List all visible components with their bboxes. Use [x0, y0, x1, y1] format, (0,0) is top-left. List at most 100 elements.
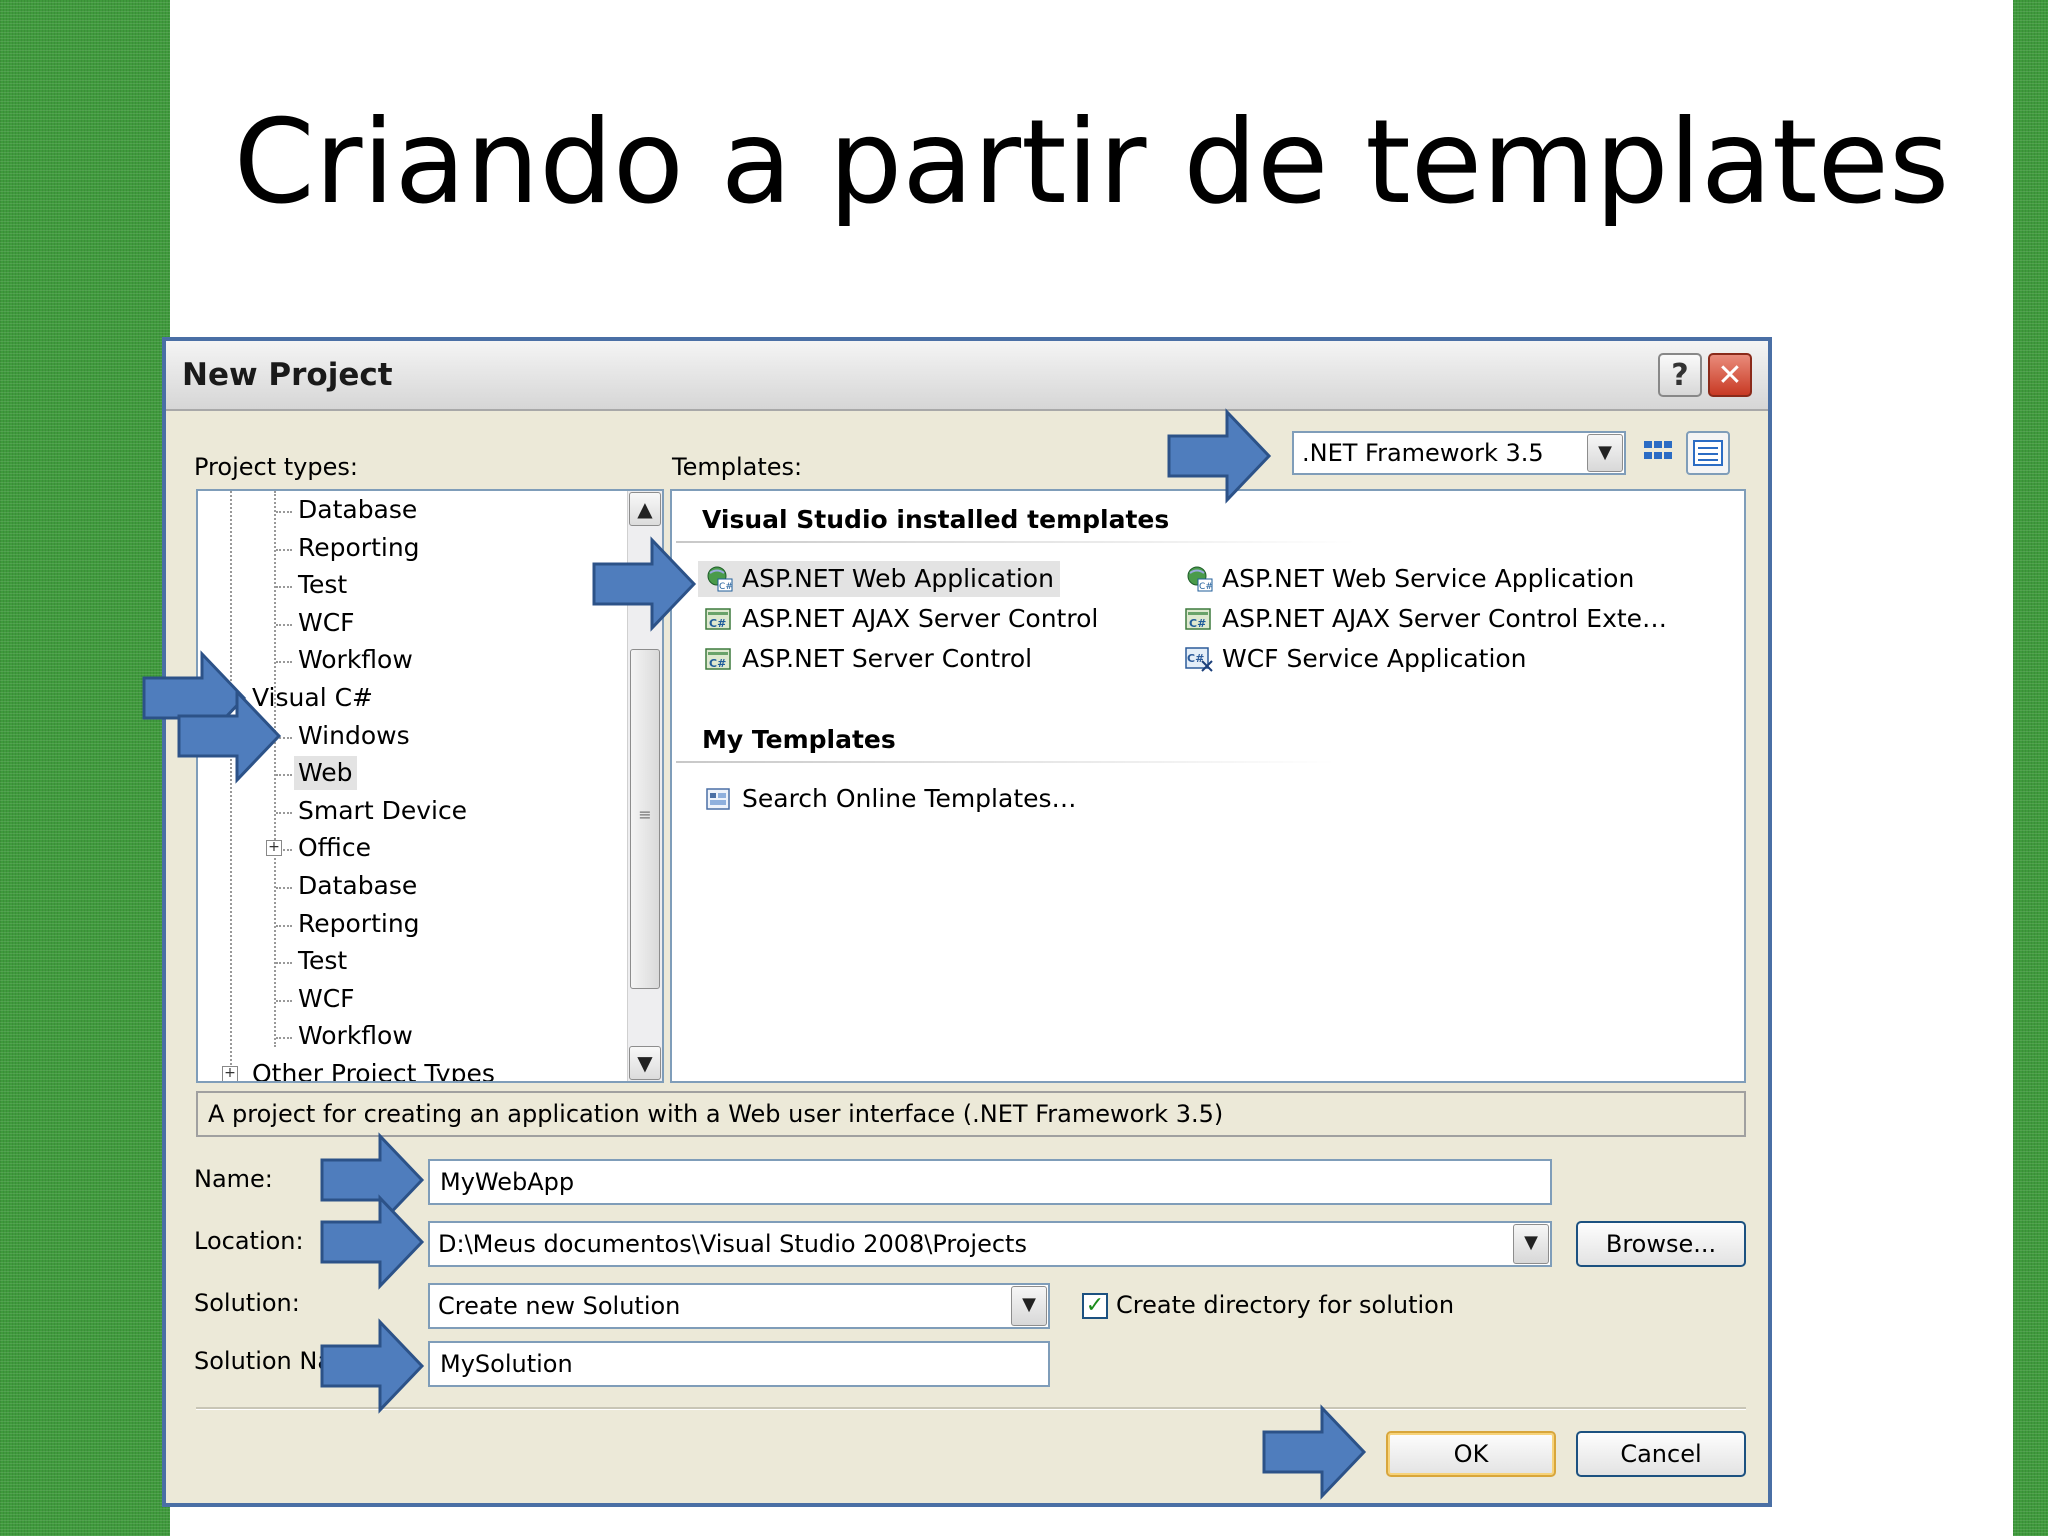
tree-branch-line	[276, 811, 292, 814]
tree-branch-line	[276, 548, 292, 551]
tree-guide-line	[230, 491, 232, 1081]
slide-background-left	[0, 0, 170, 1536]
section-divider	[676, 541, 1356, 543]
location-value: D:\Meus documentos\Visual Studio 2008\Pr…	[438, 1230, 1027, 1258]
template-item[interactable]: C# ASP.NET Server Control	[698, 641, 1038, 677]
expand-icon[interactable]: +	[222, 1066, 238, 1081]
dialog-titlebar[interactable]: New Project ? ✕	[166, 341, 1768, 411]
tree-branch-line	[276, 623, 292, 626]
slide-background-right	[2013, 0, 2048, 1536]
grip-icon: ≡	[638, 805, 652, 824]
help-button[interactable]: ?	[1658, 353, 1702, 397]
annotation-arrow-icon	[1167, 408, 1272, 504]
tree-branch-line	[276, 586, 292, 589]
annotation-arrow-icon	[320, 1318, 425, 1414]
tree-item[interactable]: Windows	[294, 719, 414, 753]
tree-branch-line	[276, 999, 292, 1002]
ok-button[interactable]: OK	[1386, 1431, 1556, 1477]
template-label: ASP.NET Web Application	[742, 564, 1054, 593]
template-item[interactable]: C# WCF Service Application	[1178, 641, 1533, 677]
template-label: WCF Service Application	[1222, 644, 1527, 673]
framework-select[interactable]: .NET Framework 3.5 ▼	[1292, 431, 1626, 475]
dialog-separator	[196, 1407, 1746, 1410]
tree-item[interactable]: Workflow	[294, 643, 417, 677]
grid-view-icon	[1644, 441, 1672, 459]
location-combo[interactable]: D:\Meus documentos\Visual Studio 2008\Pr…	[428, 1221, 1552, 1267]
tree-branch-line	[276, 962, 292, 965]
template-item[interactable]: C# ASP.NET Web Application	[698, 561, 1060, 597]
tree-item[interactable]: Other Project Types	[248, 1057, 499, 1081]
server-control-icon: C#	[1185, 608, 1211, 630]
tree-branch-line	[276, 924, 292, 927]
tree-item[interactable]: Smart Device	[294, 794, 471, 828]
tree-item[interactable]: WCF	[294, 982, 359, 1016]
template-description: A project for creating an application wi…	[196, 1091, 1746, 1137]
tree-item[interactable]: Test	[294, 944, 351, 978]
slide-title: Criando a partir de templates	[233, 95, 1950, 230]
project-types-label: Project types:	[194, 453, 358, 481]
server-control-icon: C#	[705, 648, 731, 670]
solution-select[interactable]: Create new Solution ▼	[428, 1283, 1050, 1329]
location-label: Location:	[194, 1227, 304, 1255]
tree-item[interactable]: Workflow	[294, 1019, 417, 1053]
expand-icon[interactable]: +	[266, 840, 282, 857]
template-label: ASP.NET Server Control	[742, 644, 1033, 673]
chevron-down-icon[interactable]: ▼	[1587, 434, 1623, 472]
tree-item[interactable]: Reporting	[294, 907, 424, 941]
name-label: Name:	[194, 1165, 273, 1193]
create-directory-checkbox[interactable]: ✓	[1082, 1293, 1108, 1319]
template-label: ASP.NET AJAX Server Control Exte…	[1222, 604, 1668, 633]
tree-branch-line	[276, 1037, 292, 1040]
tree-item[interactable]: Database	[294, 869, 421, 903]
tree-branch-line	[276, 661, 292, 664]
search-online-templates-item[interactable]: Search Online Templates…	[698, 781, 1083, 817]
scroll-down-button[interactable]: ▼	[629, 1046, 661, 1080]
create-directory-label[interactable]: Create directory for solution	[1116, 1291, 1454, 1319]
solution-name-label: Solution Na	[194, 1347, 333, 1375]
list-view-icon	[1693, 440, 1723, 466]
name-input[interactable]: MyWebApp	[428, 1159, 1552, 1205]
chevron-down-icon[interactable]: ▼	[1513, 1224, 1549, 1264]
solution-label: Solution:	[194, 1289, 300, 1317]
template-label: Search Online Templates…	[742, 784, 1077, 813]
template-item[interactable]: C# ASP.NET AJAX Server Control	[698, 601, 1104, 637]
browse-button[interactable]: Browse...	[1576, 1221, 1746, 1267]
scroll-thumb[interactable]: ≡	[630, 649, 660, 989]
templates-list[interactable]: Visual Studio installed templates C# ASP.…	[670, 489, 1746, 1083]
tree-branch-line	[276, 887, 292, 889]
tree-item[interactable]: Test	[294, 568, 351, 602]
svg-text:C#: C#	[709, 657, 726, 670]
template-label: ASP.NET AJAX Server Control	[742, 604, 1099, 633]
solution-value: Create new Solution	[438, 1292, 681, 1320]
web-app-icon: C#	[707, 566, 733, 592]
tree-item[interactable]: Web	[294, 756, 357, 791]
annotation-arrow-icon	[592, 536, 697, 632]
server-control-icon: C#	[705, 608, 731, 630]
large-icons-view-button[interactable]	[1636, 431, 1680, 475]
annotation-arrow-icon	[320, 1194, 425, 1290]
annotation-arrow-icon	[1262, 1404, 1367, 1500]
chevron-down-icon[interactable]: ▼	[1011, 1286, 1047, 1326]
checkmark-icon: ✓	[1085, 1293, 1105, 1318]
svg-text:C#: C#	[1187, 652, 1204, 665]
search-online-icon	[706, 788, 730, 810]
tree-item[interactable]: Reporting	[294, 531, 424, 565]
small-icons-view-button[interactable]	[1686, 431, 1730, 475]
tree-item[interactable]: Office	[294, 831, 375, 865]
framework-select-value: .NET Framework 3.5	[1302, 439, 1544, 467]
template-item[interactable]: C# ASP.NET AJAX Server Control Exte…	[1178, 601, 1673, 637]
templates-label: Templates:	[672, 453, 803, 481]
tree-item[interactable]: Database	[294, 493, 421, 527]
template-label: ASP.NET Web Service Application	[1222, 564, 1635, 593]
section-divider	[676, 761, 1336, 763]
close-button[interactable]: ✕	[1708, 353, 1752, 397]
my-templates-heading: My Templates	[702, 725, 896, 754]
svg-text:C#: C#	[1189, 617, 1206, 630]
installed-templates-heading: Visual Studio installed templates	[702, 505, 1170, 534]
solution-name-input[interactable]: MySolution	[428, 1341, 1050, 1387]
scroll-up-button[interactable]: ▲	[629, 492, 661, 526]
template-item[interactable]: C# ASP.NET Web Service Application	[1178, 561, 1640, 597]
svg-text:C#: C#	[1199, 582, 1213, 592]
tree-item[interactable]: WCF	[294, 606, 359, 640]
cancel-button[interactable]: Cancel	[1576, 1431, 1746, 1477]
